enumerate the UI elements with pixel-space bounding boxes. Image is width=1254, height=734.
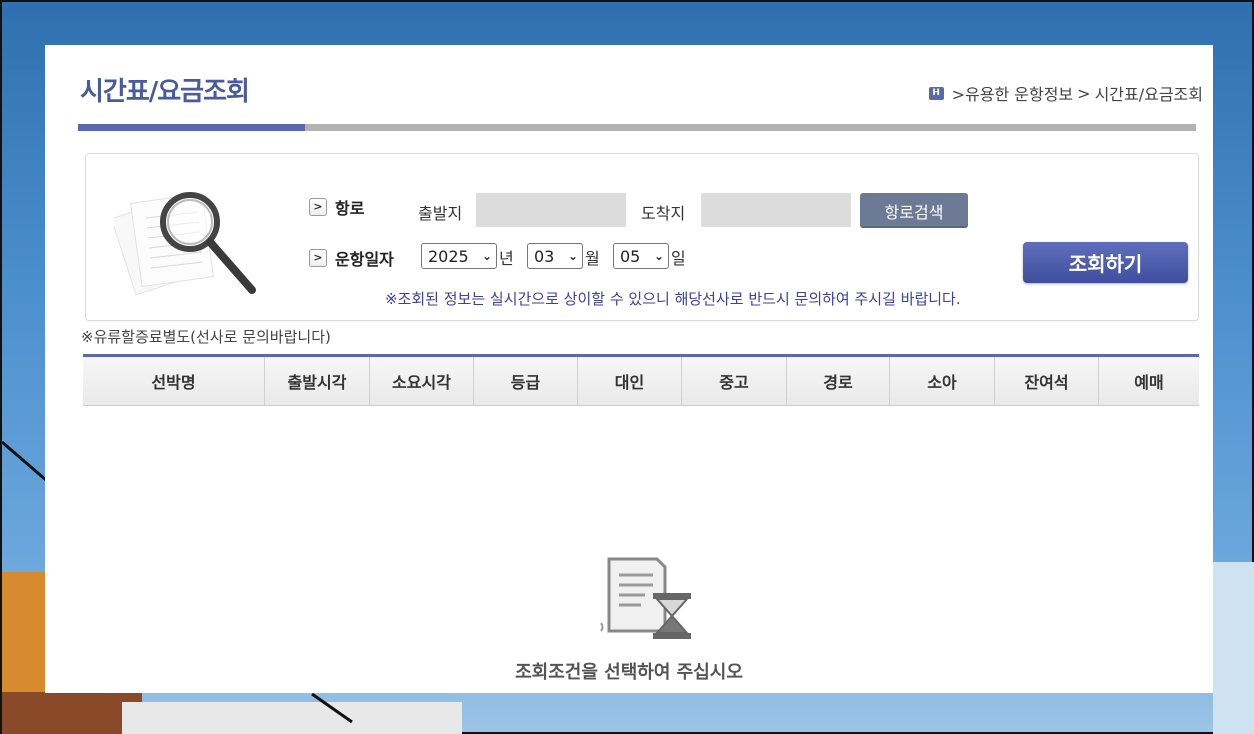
breadcrumb: H >유용한 운항정보 > 시간표/요금조회	[928, 81, 1203, 105]
breadcrumb-separator: >	[1077, 83, 1091, 103]
column-header-remaining-seats: 잔여석	[995, 357, 1099, 405]
year-select[interactable]: 2025 ⌄	[421, 243, 497, 269]
day-unit: 일	[671, 249, 686, 268]
main-panel: 시간표/요금조회 H >유용한 운항정보 > 시간표/요금조회 > 항로 출발지…	[45, 45, 1213, 693]
column-header-child: 소아	[890, 357, 995, 405]
title-underline	[78, 124, 1196, 131]
year-unit: 년	[499, 249, 514, 268]
column-header-adult: 대인	[578, 357, 682, 405]
magnifier-icon	[114, 192, 256, 296]
day-select[interactable]: 05 ⌄	[613, 243, 669, 269]
chevron-down-icon: ⌄	[481, 249, 492, 263]
departure-label: 출발지	[418, 204, 463, 223]
column-header-student: 중고	[682, 357, 787, 405]
chevron-down-icon: ⌄	[653, 249, 664, 263]
year-value: 2025	[428, 246, 469, 266]
month-value: 03	[534, 246, 555, 266]
column-header-senior: 경로	[787, 357, 890, 405]
date-label: 운항일자	[335, 250, 394, 269]
route-row-label: > 항로	[309, 195, 364, 219]
column-header-ship: 선박명	[83, 357, 265, 405]
route-search-button[interactable]: 항로검색	[860, 193, 968, 228]
empty-state-message: 조회조건을 선택하여 주십시오	[515, 662, 743, 683]
page-title: 시간표/요금조회	[80, 77, 250, 107]
title-underline-accent	[78, 124, 305, 131]
breadcrumb-item-useful-info[interactable]: >유용한 운항정보	[952, 81, 1074, 105]
document-hourglass-icon	[600, 557, 691, 639]
chevron-right-icon: >	[309, 198, 327, 216]
month-unit: 월	[585, 249, 600, 268]
day-value: 05	[620, 246, 641, 266]
chevron-down-icon: ⌄	[567, 249, 578, 263]
column-header-class: 등급	[474, 357, 578, 405]
fuel-surcharge-note: ※유류할증료별도(선사로 문의바랍니다)	[81, 328, 331, 346]
arrival-label: 도착지	[641, 204, 686, 223]
date-row-label: > 운항일자	[309, 246, 394, 270]
column-header-duration: 소요시각	[370, 357, 474, 405]
column-header-booking: 예매	[1134, 373, 1164, 392]
search-form: > 항로 출발지 도착지 항로검색 > 운항일자 2025 ⌄ 년 03 ⌄ 월…	[85, 153, 1199, 321]
submit-search-button[interactable]: 조회하기	[1023, 242, 1188, 283]
schedule-table-header: 선박명 출발시각 소요시각 등급 대인 중고 경로 소아 잔여석 예매	[83, 354, 1199, 406]
column-header-departure-time: 출발시각	[265, 357, 370, 405]
chevron-right-icon: >	[309, 249, 327, 267]
breadcrumb-item-current: 시간표/요금조회	[1094, 85, 1203, 104]
month-select[interactable]: 03 ⌄	[527, 243, 583, 269]
departure-input[interactable]	[476, 193, 626, 227]
realtime-notice: ※조회된 정보는 실시간으로 상이할 수 있으니 해당선사로 반드시 문의하여 …	[385, 290, 961, 308]
arrival-input[interactable]	[701, 193, 851, 227]
home-icon[interactable]: H	[928, 86, 944, 100]
route-label: 항로	[335, 199, 365, 218]
